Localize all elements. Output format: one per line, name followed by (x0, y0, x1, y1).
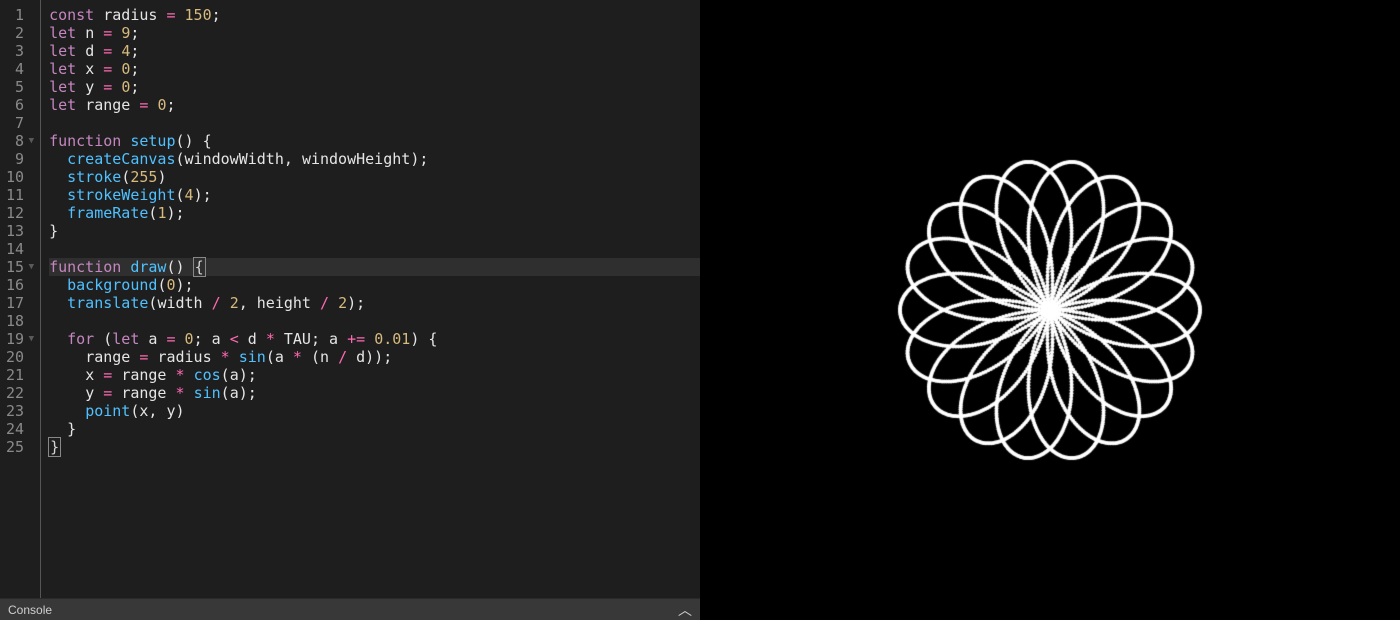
line-number: 15▼ (6, 258, 34, 276)
editor-pane: 12345678▼9101112131415▼16171819▼20212223… (0, 0, 700, 620)
code-line[interactable]: y = range * sin(a); (49, 384, 700, 402)
code-line[interactable]: } (49, 438, 700, 456)
line-number: 24 (6, 420, 34, 438)
app-root: 12345678▼9101112131415▼16171819▼20212223… (0, 0, 1400, 620)
line-number: 10 (6, 168, 34, 186)
console-label: Console (8, 603, 52, 617)
code-line[interactable] (49, 240, 700, 258)
code-line[interactable]: function draw() { (49, 258, 700, 276)
line-number: 11 (6, 186, 34, 204)
console-bar[interactable]: Console ︿ (0, 598, 700, 620)
code-line[interactable]: for (let a = 0; a < d * TAU; a += 0.01) … (49, 330, 700, 348)
code-line[interactable]: } (49, 222, 700, 240)
code-line[interactable]: strokeWeight(4); (49, 186, 700, 204)
code-line[interactable]: x = range * cos(a); (49, 366, 700, 384)
code-line[interactable]: let n = 9; (49, 24, 700, 42)
line-number: 3 (6, 42, 34, 60)
line-number: 25 (6, 438, 34, 456)
code-line[interactable]: function setup() { (49, 132, 700, 150)
line-number: 14 (6, 240, 34, 258)
code-line[interactable]: stroke(255) (49, 168, 700, 186)
line-number: 20 (6, 348, 34, 366)
preview-pane (700, 0, 1400, 620)
fold-marker-icon[interactable]: ▼ (26, 132, 34, 150)
line-number: 18 (6, 312, 34, 330)
sketch-canvas (700, 0, 1400, 620)
code-area: 12345678▼9101112131415▼16171819▼20212223… (0, 0, 700, 598)
fold-marker-icon[interactable]: ▼ (26, 258, 34, 276)
line-number: 8▼ (6, 132, 34, 150)
line-number: 16 (6, 276, 34, 294)
chevron-up-icon[interactable]: ︿ (678, 600, 692, 620)
line-number: 2 (6, 24, 34, 42)
code-line[interactable]: let x = 0; (49, 60, 700, 78)
line-number: 13 (6, 222, 34, 240)
code-line[interactable]: } (49, 420, 700, 438)
line-number-gutter[interactable]: 12345678▼9101112131415▼16171819▼20212223… (0, 0, 41, 598)
line-number: 19▼ (6, 330, 34, 348)
line-number: 1 (6, 6, 34, 24)
code-line[interactable]: let d = 4; (49, 42, 700, 60)
code-line[interactable]: background(0); (49, 276, 700, 294)
line-number: 4 (6, 60, 34, 78)
code-line[interactable]: createCanvas(windowWidth, windowHeight); (49, 150, 700, 168)
code-line[interactable]: const radius = 150; (49, 6, 700, 24)
code-line[interactable] (49, 312, 700, 330)
line-number: 7 (6, 114, 34, 132)
code-line[interactable]: frameRate(1); (49, 204, 700, 222)
line-number: 21 (6, 366, 34, 384)
line-number: 17 (6, 294, 34, 312)
code-line[interactable]: point(x, y) (49, 402, 700, 420)
code-line[interactable] (49, 114, 700, 132)
code-line[interactable]: range = radius * sin(a * (n / d)); (49, 348, 700, 366)
line-number: 6 (6, 96, 34, 114)
code-line[interactable]: let range = 0; (49, 96, 700, 114)
line-number: 23 (6, 402, 34, 420)
line-number: 5 (6, 78, 34, 96)
line-number: 12 (6, 204, 34, 222)
code-editor[interactable]: const radius = 150;let n = 9;let d = 4;l… (41, 0, 700, 598)
fold-marker-icon[interactable]: ▼ (26, 330, 34, 348)
code-line[interactable]: translate(width / 2, height / 2); (49, 294, 700, 312)
line-number: 9 (6, 150, 34, 168)
line-number: 22 (6, 384, 34, 402)
code-line[interactable]: let y = 0; (49, 78, 700, 96)
